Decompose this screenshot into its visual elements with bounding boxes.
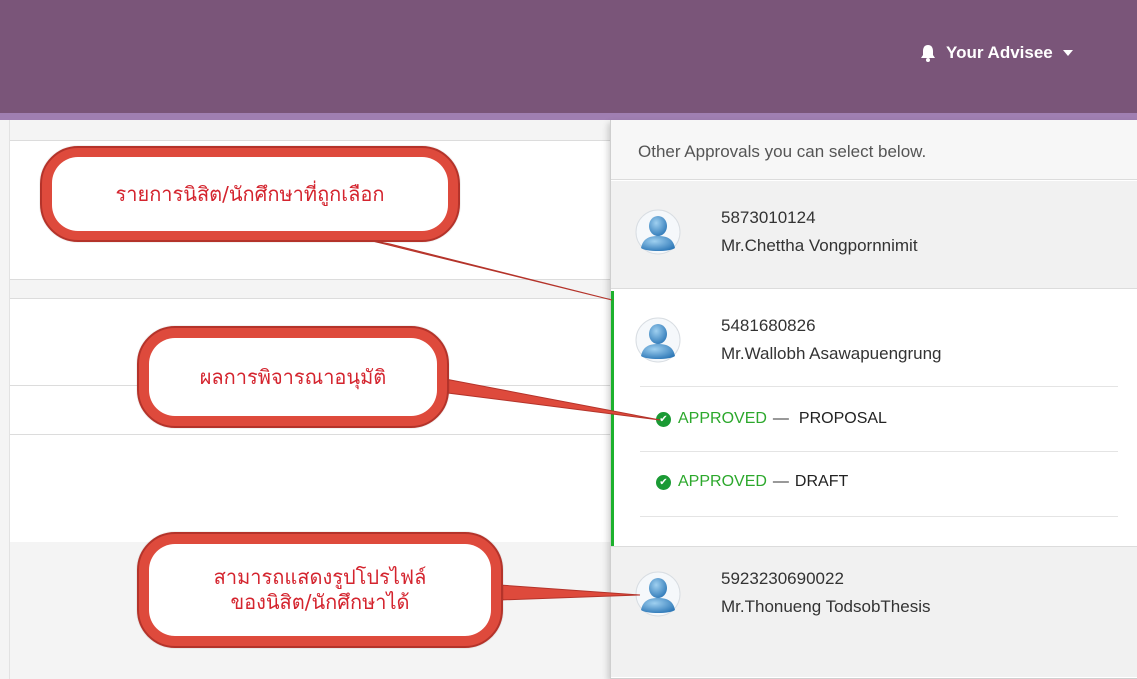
- annotation-approval-result: ผลการพิจารณาอนุมัติ: [137, 326, 449, 428]
- annotation-text: รายการนิสิต/นักศึกษาที่ถูกเลือก: [115, 181, 385, 206]
- annotation-text-line1: สามารถแสดงรูปโปรไฟล์: [213, 565, 427, 589]
- pointer-profile: [499, 584, 641, 601]
- annotation-selected-list: รายการนิสิต/นักศึกษาที่ถูกเลือก: [40, 146, 460, 242]
- pointer-approval-result: [439, 377, 661, 421]
- annotation-text: ผลการพิจารณาอนุมัติ: [199, 364, 387, 389]
- annotation-text-line2: ของนิสิต/นักศึกษาได้: [230, 590, 410, 614]
- pointer-selected-list: [359, 237, 613, 301]
- annotation-profile: สามารถแสดงรูปโปรไฟล์ ของนิสิต/นักศึกษาได…: [137, 532, 503, 648]
